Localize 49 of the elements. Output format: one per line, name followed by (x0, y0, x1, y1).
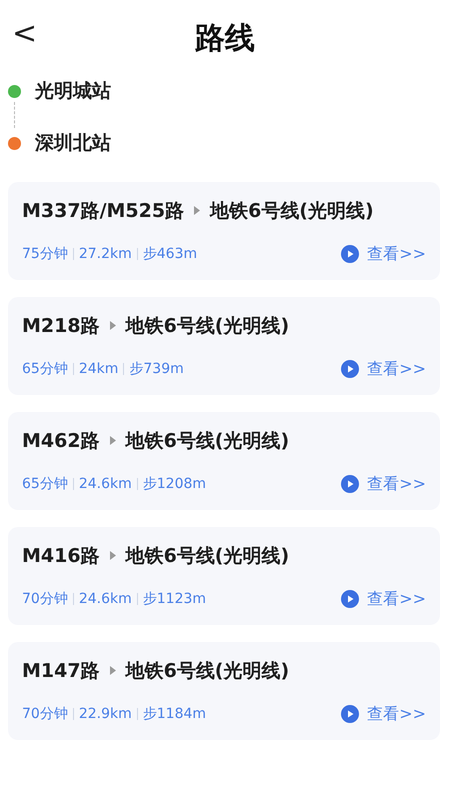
route-leg: 地铁6号线(光明线) (126, 314, 290, 338)
route-stat: 75分钟 (22, 245, 68, 263)
view-button[interactable]: 查看>> (341, 358, 426, 380)
route-leg: M462路 (22, 428, 100, 454)
view-button[interactable]: 查看>> (341, 704, 426, 724)
play-icon (341, 360, 360, 378)
triangle-icon (110, 666, 116, 675)
route-stat: 24km (78, 361, 118, 377)
route-stat: 步1184m (142, 705, 206, 723)
route-card[interactable]: M416路 地铁6号线(光明线) 70分钟 24.6km 步1123m 查看>> (8, 527, 440, 625)
triangle-icon (110, 436, 116, 445)
view-button[interactable]: 查看>> (341, 244, 426, 264)
triangle-icon (110, 321, 116, 330)
route-stat: 步463m (142, 245, 198, 263)
route-leg: 地铁6号线(光明线) (126, 428, 290, 454)
route-stat: 步1123m (142, 590, 206, 608)
station-name: 深圳北站 (35, 131, 111, 156)
route-card[interactable]: M218路 地铁6号线(光明线) 65分钟 24km 步739m 查看>> (8, 297, 440, 395)
triangle-icon (110, 551, 116, 560)
route-stat: 步739m (129, 360, 184, 378)
route-stat: 27.2km (78, 246, 132, 262)
route-stat: 70分钟 (22, 590, 68, 608)
route-stat: 22.9km (78, 706, 132, 722)
page-title: 路线 (195, 20, 255, 58)
play-icon (341, 475, 360, 493)
route-leg: 地铁6号线(光明线) (210, 198, 374, 224)
play-icon (341, 590, 360, 608)
play-icon (341, 705, 360, 723)
route-leg: 地铁6号线(光明线) (126, 658, 290, 684)
back-button[interactable]: < (8, 16, 42, 51)
route-card[interactable]: M147路 地铁6号线(光明线) 70分钟 22.9km 步1184m 查看>> (8, 642, 440, 740)
triangle-icon (194, 206, 200, 215)
route-leg: M337路/M525路 (22, 198, 184, 224)
route-leg: M416路 (22, 544, 100, 568)
view-button[interactable]: 查看>> (341, 474, 426, 494)
route-card[interactable]: M337路/M525路 地铁6号线(光明线) 75分钟 27.2km 步463m 查看>> (8, 182, 440, 280)
route-stat: 70分钟 (22, 705, 68, 723)
play-icon (341, 245, 360, 263)
route-leg: 地铁6号线(光明线) (126, 544, 290, 568)
route-leg: M147路 (22, 658, 100, 684)
route-stat: 24.6km (78, 591, 132, 607)
view-button[interactable]: 查看>> (341, 588, 426, 610)
route-stat: 65分钟 (22, 475, 68, 493)
route-stat: 24.6km (78, 476, 132, 492)
route-card[interactable]: M462路 地铁6号线(光明线) 65分钟 24.6km 步1208m 查看>> (8, 412, 440, 510)
route-stat: 步1208m (142, 475, 206, 493)
route-stat: 65分钟 (22, 360, 68, 378)
route-leg: M218路 (22, 314, 100, 338)
station-name: 光明城站 (35, 79, 111, 104)
